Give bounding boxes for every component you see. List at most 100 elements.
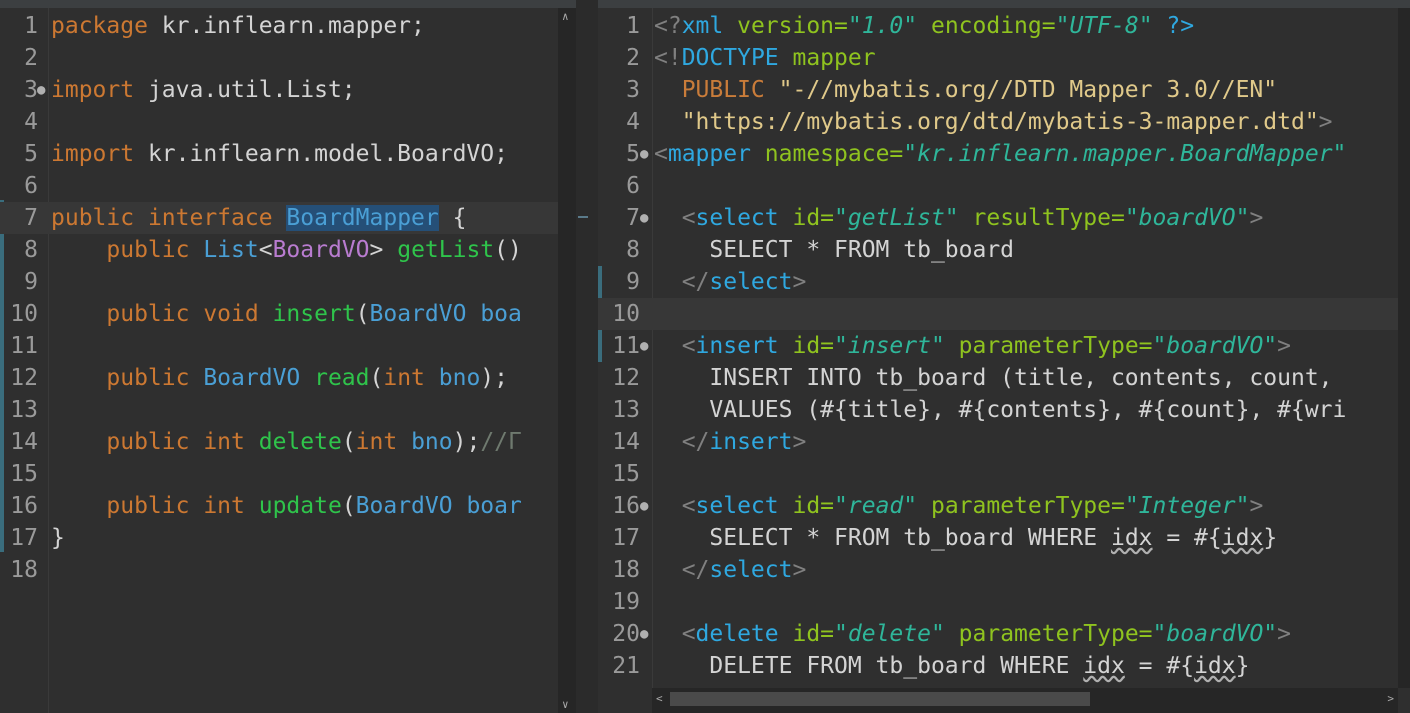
- code-token: (: [369, 365, 384, 391]
- scroll-up-arrow-icon[interactable]: ∧: [562, 10, 569, 23]
- fold-collapse-icon[interactable]: ●: [640, 202, 648, 234]
- code-token: "1.0": [847, 13, 918, 39]
- code-token: read: [314, 365, 370, 391]
- code-token: </: [654, 557, 710, 583]
- code-line[interactable]: 8 public List<BoardVO> getList(): [0, 234, 558, 266]
- code-text[interactable]: public void insert(BoardVO boa: [51, 298, 521, 330]
- editor-split-divider[interactable]: [576, 8, 598, 713]
- code-text[interactable]: "https://mybatis.org/dtd/mybatis-3-mappe…: [654, 106, 1333, 138]
- code-line[interactable]: 13 VALUES (#{title}, #{contents}, #{coun…: [598, 394, 1410, 426]
- code-text[interactable]: INSERT INTO tb_board (title, contents, c…: [654, 362, 1346, 394]
- line-number: 7: [626, 205, 640, 231]
- code-text[interactable]: VALUES (#{title}, #{contents}, #{count},…: [654, 394, 1346, 426]
- code-text[interactable]: PUBLIC "-//mybatis.org//DTD Mapper 3.0//…: [654, 74, 1277, 106]
- right-vertical-scrollbar[interactable]: [1398, 8, 1410, 688]
- code-line[interactable]: 12 INSERT INTO tb_board (title, contents…: [598, 362, 1410, 394]
- fold-collapse-icon[interactable]: ●: [640, 490, 648, 522]
- fold-collapse-icon[interactable]: ●: [640, 138, 648, 170]
- code-text[interactable]: <select id="read" parameterType="Integer…: [654, 490, 1264, 522]
- code-line[interactable]: 4: [0, 106, 558, 138]
- code-text[interactable]: </select>: [654, 554, 807, 586]
- code-token: boar: [466, 493, 522, 519]
- xml-editor-pane[interactable]: 1 <?xml version="1.0" encoding="UTF-8" ?>…: [598, 8, 1410, 713]
- fold-collapse-icon[interactable]: ●: [37, 74, 45, 106]
- line-number: 4: [626, 109, 640, 135]
- code-line[interactable]: 1 package kr.inflearn.mapper;: [0, 10, 558, 42]
- code-token: = #{: [1152, 525, 1222, 551]
- code-line[interactable]: 11: [0, 330, 558, 362]
- code-text[interactable]: public List<BoardVO> getList(): [51, 234, 521, 266]
- code-text[interactable]: <delete id="delete" parameterType="board…: [654, 618, 1291, 650]
- line-number: 19: [612, 589, 640, 615]
- code-line[interactable]: 18: [0, 554, 558, 586]
- code-text[interactable]: <insert id="insert" parameterType="board…: [654, 330, 1291, 362]
- code-line[interactable]: 16 ● <select id="read" parameterType="Int…: [598, 490, 1410, 522]
- right-horizontal-scrollbar[interactable]: < >: [652, 688, 1398, 713]
- code-line[interactable]: 10 public void insert(BoardVO boa: [0, 298, 558, 330]
- code-line[interactable]: 17 SELECT * FROM tb_board WHERE idx = #{…: [598, 522, 1410, 554]
- code-line[interactable]: 18 </select>: [598, 554, 1410, 586]
- code-text[interactable]: package kr.inflearn.mapper;: [51, 10, 425, 42]
- code-line[interactable]: 4 "https://mybatis.org/dtd/mybatis-3-map…: [598, 106, 1410, 138]
- code-line[interactable]: 2: [0, 42, 558, 74]
- code-line[interactable]: 21 DELETE FROM tb_board WHERE idx = #{id…: [598, 650, 1410, 682]
- scroll-down-arrow-icon[interactable]: ∨: [562, 698, 569, 711]
- code-line[interactable]: 13: [0, 394, 558, 426]
- code-token: }: [1235, 653, 1250, 679]
- code-token: "UTF-8": [1055, 13, 1153, 39]
- code-line[interactable]: 14 public int delete(int bno);//Γ: [0, 426, 558, 458]
- code-line[interactable]: 10: [598, 298, 1410, 330]
- horizontal-scroll-thumb[interactable]: [670, 692, 1090, 706]
- code-line[interactable]: 5 ● <mapper namespace="kr.inflearn.mapper.…: [598, 138, 1410, 170]
- code-token: >: [1318, 109, 1333, 135]
- code-line[interactable]: 17}: [0, 522, 558, 554]
- code-line[interactable]: 6: [0, 170, 558, 202]
- code-text[interactable]: </insert>: [654, 426, 807, 458]
- code-line[interactable]: 15: [0, 458, 558, 490]
- code-line[interactable]: 9 </select>: [598, 266, 1410, 298]
- left-editor-tab-strip[interactable]: [0, 0, 576, 8]
- code-line[interactable]: 11 ● <insert id="insert" parameterType="b…: [598, 330, 1410, 362]
- code-text[interactable]: SELECT * FROM tb_board WHERE idx = #{idx…: [654, 522, 1277, 554]
- code-line[interactable]: 15: [598, 458, 1410, 490]
- code-line[interactable]: 6: [598, 170, 1410, 202]
- java-code-area[interactable]: 1 package kr.inflearn.mapper; 2 3 ● import ja…: [0, 10, 558, 586]
- code-text[interactable]: <?xml version="1.0" encoding="UTF-8" ?>: [654, 10, 1194, 42]
- code-line[interactable]: 12 public BoardVO read(int bno);: [0, 362, 558, 394]
- fold-collapse-icon[interactable]: ●: [640, 618, 648, 650]
- xml-code-area[interactable]: 1 <?xml version="1.0" encoding="UTF-8" ?>…: [598, 10, 1410, 682]
- left-vertical-scrollbar[interactable]: ∧ ∨: [558, 8, 576, 713]
- right-editor-tab-strip[interactable]: [598, 0, 1410, 8]
- code-text[interactable]: import java.util.List;: [51, 74, 356, 106]
- code-line[interactable]: 16 public int update(BoardVO boar: [0, 490, 558, 522]
- code-line[interactable]: 1 <?xml version="1.0" encoding="UTF-8" ?>: [598, 10, 1410, 42]
- code-line[interactable]: 20 ● <delete id="delete" parameterType="b…: [598, 618, 1410, 650]
- code-text[interactable]: import kr.inflearn.model.BoardVO;: [51, 138, 508, 170]
- code-line[interactable]: 7 ● <select id="getList" resultType="boar…: [598, 202, 1410, 234]
- code-line[interactable]: 14 </insert>: [598, 426, 1410, 458]
- code-text[interactable]: public BoardVO read(int bno);: [51, 362, 508, 394]
- code-text[interactable]: public int delete(int bno);//Γ: [51, 426, 521, 458]
- fold-collapse-icon[interactable]: ●: [640, 330, 648, 362]
- java-editor-pane[interactable]: 1 package kr.inflearn.mapper; 2 3 ● import ja…: [0, 8, 558, 713]
- code-line[interactable]: 5 import kr.inflearn.model.BoardVO;: [0, 138, 558, 170]
- code-text[interactable]: DELETE FROM tb_board WHERE idx = #{idx}: [654, 650, 1249, 682]
- code-line[interactable]: 9: [0, 266, 558, 298]
- code-line[interactable]: 7 public interface BoardMapper {: [0, 202, 558, 234]
- code-text[interactable]: <select id="getList" resultType="boardVO…: [654, 202, 1264, 234]
- code-line[interactable]: 2 <!DOCTYPE mapper: [598, 42, 1410, 74]
- code-line[interactable]: 3 ● import java.util.List;: [0, 74, 558, 106]
- scroll-left-arrow-icon[interactable]: <: [656, 692, 663, 705]
- code-text[interactable]: public int update(BoardVO boar: [51, 490, 522, 522]
- code-text[interactable]: }: [51, 522, 65, 554]
- line-number: 20: [612, 621, 640, 647]
- code-line[interactable]: 3 PUBLIC "-//mybatis.org//DTD Mapper 3.0…: [598, 74, 1410, 106]
- scroll-right-arrow-icon[interactable]: >: [1387, 692, 1394, 705]
- code-line[interactable]: 19: [598, 586, 1410, 618]
- code-text[interactable]: public interface BoardMapper {: [51, 202, 466, 234]
- code-text[interactable]: </select>: [654, 266, 807, 298]
- code-text[interactable]: SELECT * FROM tb_board: [654, 234, 1014, 266]
- code-text[interactable]: <mapper namespace="kr.inflearn.mapper.Bo…: [654, 138, 1346, 170]
- code-text[interactable]: <!DOCTYPE mapper: [654, 42, 876, 74]
- code-line[interactable]: 8 SELECT * FROM tb_board: [598, 234, 1410, 266]
